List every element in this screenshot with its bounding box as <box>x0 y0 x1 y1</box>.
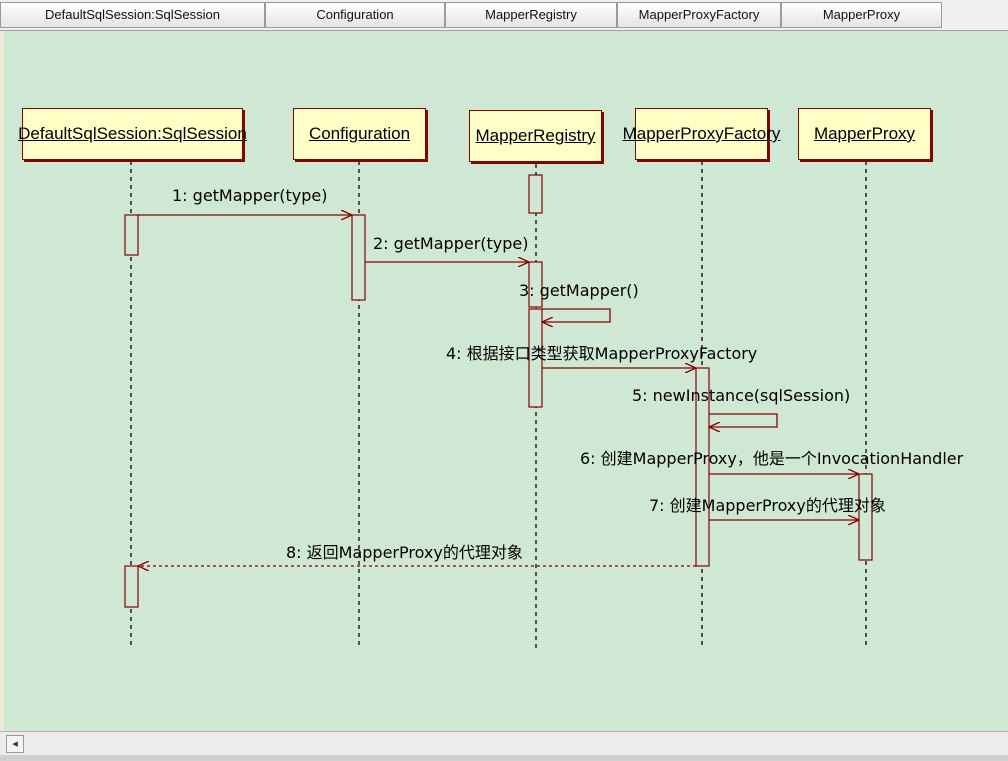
message-8-label: 8: 返回MapperProxy的代理对象 <box>286 543 523 562</box>
lifeline-head-label: DefaultSqlSession:SqlSession <box>18 124 247 143</box>
message-1-label: 1: getMapper(type) <box>172 186 328 205</box>
lifeline-header-bar: DefaultSqlSession:SqlSession Configurati… <box>0 0 1008 31</box>
lifeline-head-label: MapperProxyFactory <box>622 124 781 143</box>
activation-mapperregistry-idle <box>528 174 543 214</box>
lifeline-head-mapperregistry[interactable]: MapperRegistry <box>469 110 602 162</box>
activation-sqlsession-2 <box>124 565 139 608</box>
message-3-self-arrow <box>542 308 611 322</box>
header-tab-mapperregistry[interactable]: MapperRegistry <box>445 2 617 28</box>
lifeline-head-defaultsqlsession[interactable]: DefaultSqlSession:SqlSession <box>18 108 247 160</box>
lifeline-head-mapperproxy[interactable]: MapperProxy <box>798 108 931 160</box>
header-tab-configuration[interactable]: Configuration <box>265 2 445 28</box>
lifeline-head-mapperproxyfactory[interactable]: MapperProxyFactory <box>623 108 780 160</box>
header-tab-mapperproxyfactory[interactable]: MapperProxyFactory <box>617 2 781 28</box>
message-7-label: 7: 创建MapperProxy的代理对象 <box>649 496 886 515</box>
header-tab-defaultsqlsession[interactable]: DefaultSqlSession:SqlSession <box>0 2 265 28</box>
header-tab-mapperproxy[interactable]: MapperProxy <box>781 2 942 28</box>
message-5-self-arrow <box>709 413 778 427</box>
message-5-label: 5: newInstance(sqlSession) <box>632 386 851 405</box>
activation-mapperproxy <box>858 473 873 561</box>
message-3-label: 3: getMapper() <box>519 281 639 300</box>
activation-configuration <box>351 214 366 301</box>
lifeline-head-label: Configuration <box>308 124 411 143</box>
bottom-border <box>0 755 1008 761</box>
scroll-left-button[interactable]: ◂ <box>6 735 24 753</box>
arrow-left-icon: ◂ <box>12 738 18 750</box>
lifeline-head-label: MapperRegistry <box>475 126 596 145</box>
sequence-diagram-canvas: DefaultSqlSession:SqlSession Configurati… <box>4 31 1008 731</box>
lifeline-head-label: MapperProxy <box>813 124 916 143</box>
activation-sqlsession-1 <box>124 214 139 256</box>
message-4-label: 4: 根据接口类型获取MapperProxyFactory <box>446 344 758 363</box>
message-6-label: 6: 创建MapperProxy，他是一个InvocationHandler <box>580 449 964 468</box>
lifeline-head-configuration[interactable]: Configuration <box>293 108 426 160</box>
message-2-label: 2: getMapper(type) <box>373 234 529 253</box>
horizontal-scrollbar[interactable]: ◂ <box>0 731 1008 756</box>
